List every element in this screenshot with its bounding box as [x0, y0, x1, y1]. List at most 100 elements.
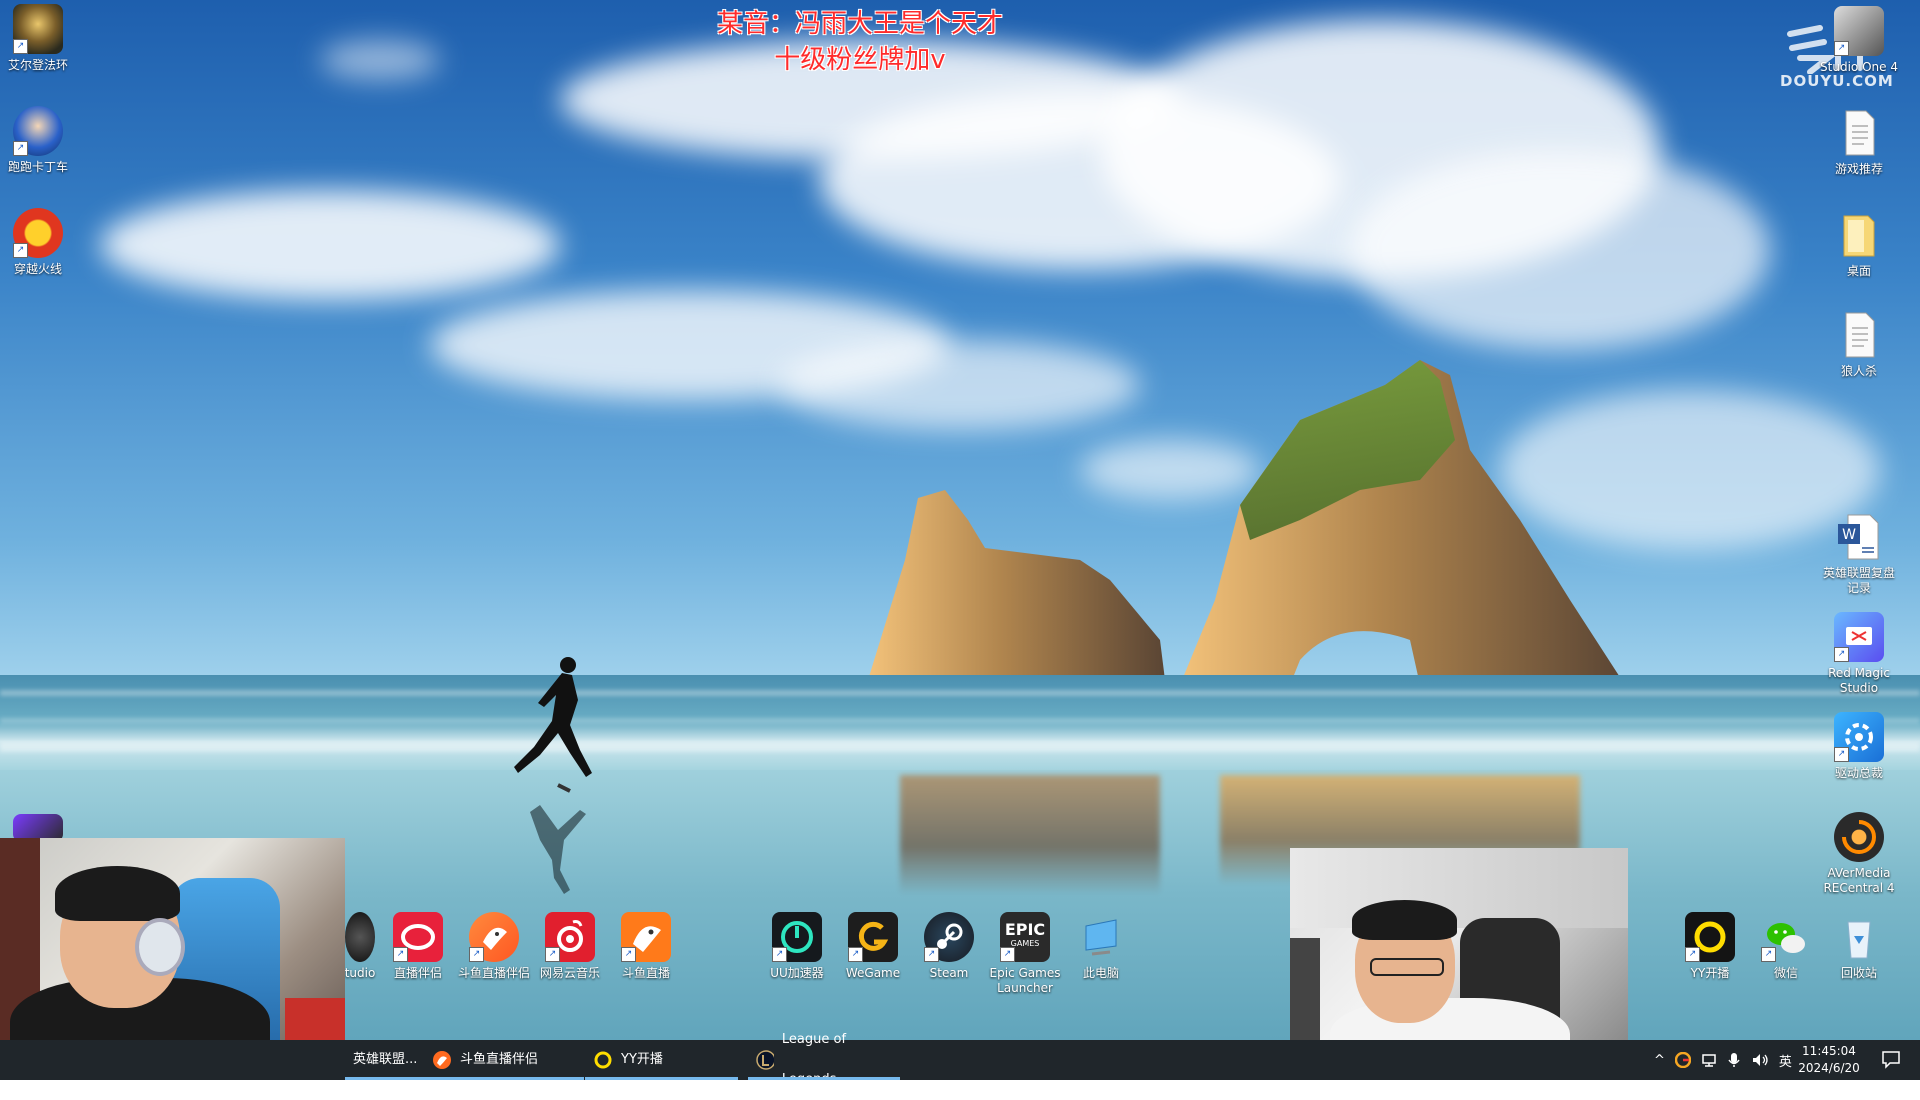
recycle-bin-icon: [1834, 912, 1884, 962]
svg-text:W: W: [1842, 527, 1856, 543]
desktop-icon-label: 穿越火线: [13, 262, 62, 276]
word-document-icon: W: [1834, 512, 1884, 562]
red-magic-icon: ↗: [1834, 612, 1884, 662]
desktop-icon-game-recommend[interactable]: 游戏推荐: [1818, 108, 1900, 177]
shortcut-arrow-icon: ↗: [924, 947, 939, 962]
league-of-legends-icon: [756, 1050, 774, 1070]
shortcut-arrow-icon: ↗: [848, 947, 863, 962]
tray-app-icon[interactable]: [1674, 1052, 1691, 1068]
desktop-icon-yy-live[interactable]: ↗ YY开播: [1669, 912, 1751, 981]
shortcut-arrow-icon: ↗: [469, 947, 484, 962]
headphone-icon: [135, 918, 185, 976]
desktop-icon-label: 网易云音乐: [539, 966, 600, 980]
glasses-icon: [1370, 958, 1444, 976]
clock-time: 11:45:04: [1802, 1044, 1856, 1058]
desktop-icon-label: 此电脑: [1082, 966, 1119, 980]
runner-reflection: [530, 805, 586, 894]
desktop-icon-label: 桌面: [1846, 264, 1871, 278]
desktop-icon-label: UU加速器: [770, 966, 824, 980]
desktop-icon-label: AVerMedia RECentral 4: [1823, 866, 1895, 895]
desktop-icon-werewolf[interactable]: 狼人杀: [1818, 310, 1900, 379]
shortcut-arrow-icon: ↗: [1834, 41, 1849, 56]
folder-icon: [1834, 210, 1884, 260]
desktop-icon-steam[interactable]: ↗ Steam: [908, 912, 990, 981]
crossfire-icon: ↗: [13, 208, 63, 258]
yy-live-icon: ↗: [1685, 912, 1735, 962]
taskbar: [0, 1040, 1920, 1080]
douyu-live-icon: ↗: [621, 912, 671, 962]
desktop-icon-netease-music[interactable]: ↗ 网易云音乐: [529, 912, 611, 981]
shortcut-arrow-icon: ↗: [13, 243, 28, 258]
driver-manager-icon: ↗: [1834, 712, 1884, 762]
desktop-icon-lol-review[interactable]: W 英雄联盟复盘记录: [1818, 512, 1900, 596]
taskbar-item-label: 英雄联盟...: [353, 1052, 418, 1067]
taskbar-item-lol-client[interactable]: 英雄联盟...: [345, 1040, 435, 1080]
desktop-icon-epic-games[interactable]: EPIC GAMES ↗ Epic Games Launcher: [984, 912, 1066, 996]
desktop-icon-live-companion[interactable]: ↗ 直播伴侣: [377, 912, 459, 981]
shortcut-arrow-icon: ↗: [1761, 947, 1776, 962]
desktop-icon-label: 直播伴侣: [393, 966, 442, 980]
elden-ring-icon: ↗: [13, 4, 63, 54]
desktop-icon-label: 斗鱼直播伴侣: [457, 966, 530, 980]
desktop-icon-label: WeGame: [845, 966, 901, 980]
microphone-icon[interactable]: [1727, 1052, 1741, 1068]
system-clock[interactable]: 11:45:04 2024/6/20: [1784, 1043, 1874, 1077]
desktop-icon-label: 回收站: [1840, 966, 1877, 980]
volume-icon[interactable]: [1751, 1052, 1769, 1068]
shortcut-arrow-icon: ↗: [1000, 947, 1015, 962]
system-tray: ^ 英: [1654, 1040, 1792, 1080]
runner-silhouette: [514, 657, 592, 793]
desktop-icon-red-magic-studio[interactable]: ↗ Red Magic Studio: [1818, 612, 1900, 696]
desktop-icon-desktop-folder[interactable]: 桌面: [1818, 210, 1900, 279]
desktop-icon-wechat[interactable]: ↗ 微信: [1745, 912, 1827, 981]
desktop-icon-this-pc[interactable]: 此电脑: [1060, 912, 1142, 981]
desktop-icon-elden-ring[interactable]: ↗ 艾尔登法环: [0, 4, 79, 73]
taskbar-item-league-of-legends[interactable]: League of Legends: [748, 1032, 900, 1087]
shortcut-arrow-icon: ↗: [393, 947, 408, 962]
douyu-companion-icon: ↗: [469, 912, 519, 962]
desktop-icon-label: 微信: [1773, 966, 1798, 980]
stream-notice: 某音：冯雨大王是个天才 十级粉丝牌加v: [690, 6, 1030, 78]
desktop-icon-label: 狼人杀: [1840, 364, 1877, 378]
network-icon[interactable]: [1701, 1052, 1717, 1068]
desktop-icon-label: 游戏推荐: [1834, 162, 1883, 176]
chevron-up-icon[interactable]: ^: [1654, 1053, 1665, 1068]
desktop-icon-label: 斗鱼直播: [621, 966, 670, 980]
desktop-icon-wegame[interactable]: ↗ WeGame: [832, 912, 914, 981]
shortcut-arrow-icon: ↗: [621, 947, 636, 962]
taskbar-item-douyu-companion[interactable]: 斗鱼直播伴侣: [424, 1040, 584, 1080]
desktop-icon-label: 艾尔登法环: [7, 58, 68, 72]
clock-date: 2024/6/20: [1798, 1061, 1860, 1075]
desktop-icon-recycle-bin[interactable]: 回收站: [1818, 912, 1900, 981]
desktop-icon-avermedia[interactable]: AVerMedia RECentral 4: [1818, 812, 1900, 896]
desktop-icon-crossfire[interactable]: ↗ 穿越火线: [0, 208, 79, 277]
desktop-icon-uu-accelerator[interactable]: ↗ UU加速器: [756, 912, 838, 981]
taskbar-item-label: YY开播: [621, 1052, 663, 1067]
studio-icon: [345, 912, 375, 962]
text-file-icon: [1834, 310, 1884, 360]
shortcut-arrow-icon: ↗: [1834, 647, 1849, 662]
notification-icon[interactable]: [1880, 1048, 1902, 1070]
taskbar-item-yy-live[interactable]: YY开播: [585, 1040, 738, 1080]
shortcut-arrow-icon: ↗: [1834, 747, 1849, 762]
yy-live-icon: [594, 1051, 612, 1069]
desktop-icon-kartrider[interactable]: ↗ 跑跑卡丁车: [0, 106, 79, 175]
wechat-icon: ↗: [1761, 912, 1811, 962]
desktop-icon-label: 英雄联盟复盘记录: [1822, 566, 1895, 595]
taskbar-item-label: 斗鱼直播伴侣: [460, 1052, 539, 1067]
desktop-icon-label: Steam: [929, 966, 969, 980]
desktop-icon-label: 跑跑卡丁车: [7, 160, 68, 174]
live-companion-icon: ↗: [393, 912, 443, 962]
desktop-icon-douyu-live[interactable]: ↗ 斗鱼直播: [605, 912, 687, 981]
netease-music-icon: ↗: [545, 912, 595, 962]
desktop-icon-label: Epic Games Launcher: [989, 966, 1061, 995]
desktop-icon-douyu-companion[interactable]: ↗ 斗鱼直播伴侣: [453, 912, 535, 981]
monitor-icon: [1076, 912, 1126, 962]
uu-accelerator-icon: ↗: [772, 912, 822, 962]
desktop-icon-driver-manager[interactable]: ↗ 驱动总裁: [1818, 712, 1900, 781]
shortcut-arrow-icon: ↗: [772, 947, 787, 962]
steam-icon: ↗: [924, 912, 974, 962]
notice-line-1: 某音：冯雨大王是个天才: [716, 9, 1003, 39]
desktop-icon-studio-one[interactable]: ↗ Studio One 4: [1818, 6, 1900, 75]
douyu-companion-icon: [433, 1051, 451, 1069]
